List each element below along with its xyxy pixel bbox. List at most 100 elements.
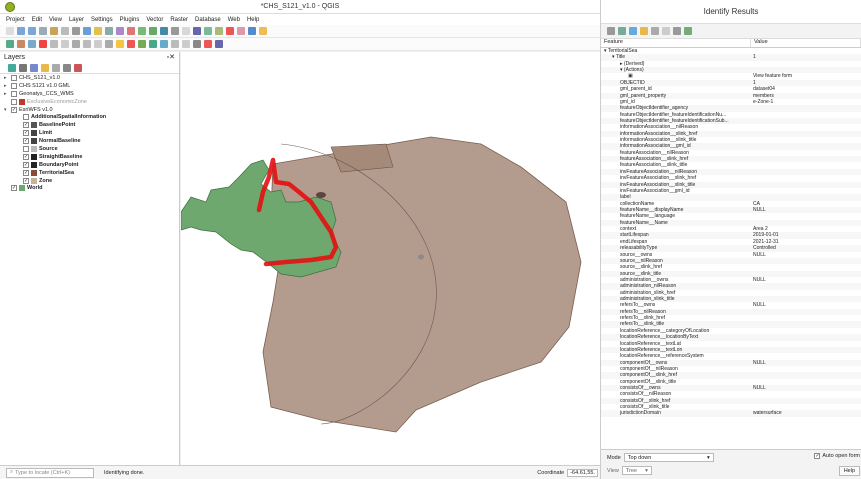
layer-row[interactable]: ✓ TerritorialSea bbox=[4, 169, 179, 177]
layer-visibility-checkbox[interactable]: ✓ bbox=[11, 185, 17, 192]
identify-tool-icon[interactable] bbox=[629, 27, 637, 35]
edit-tool-icon[interactable] bbox=[6, 40, 14, 48]
layer-visibility-checkbox[interactable] bbox=[11, 98, 17, 105]
main-tool-icon[interactable] bbox=[171, 27, 179, 35]
identify-tool-icon[interactable] bbox=[607, 27, 615, 35]
main-tool-icon[interactable] bbox=[39, 27, 47, 35]
layer-row[interactable]: ✓ NormalBaseline bbox=[4, 137, 179, 145]
edit-tool-icon[interactable] bbox=[149, 40, 157, 48]
main-tool-icon[interactable] bbox=[105, 27, 113, 35]
main-tool-icon[interactable] bbox=[193, 27, 201, 35]
menu-item-plugins[interactable]: Plugins bbox=[120, 17, 140, 23]
layers-tool-icon[interactable] bbox=[52, 63, 60, 72]
identify-tool-icon[interactable] bbox=[640, 27, 648, 35]
layer-visibility-checkbox[interactable]: ✓ bbox=[23, 153, 29, 160]
main-tool-icon[interactable] bbox=[215, 27, 223, 35]
main-tool-icon[interactable] bbox=[50, 27, 58, 35]
edit-tool-icon[interactable] bbox=[116, 40, 124, 48]
layers-tool-icon[interactable] bbox=[19, 63, 27, 72]
layer-visibility-checkbox[interactable]: ✓ bbox=[23, 161, 29, 168]
menu-item-vector[interactable]: Vector bbox=[146, 17, 163, 23]
menu-item-database[interactable]: Database bbox=[195, 17, 221, 23]
main-tool-icon[interactable] bbox=[94, 27, 102, 35]
layer-row[interactable]: ▸ Geonatys_CCS_WMS bbox=[4, 90, 179, 98]
identify-row[interactable]: jurisdictionDomain watersurface bbox=[601, 410, 861, 417]
layer-visibility-checkbox[interactable]: ✓ bbox=[11, 106, 17, 113]
menu-item-layer[interactable]: Layer bbox=[69, 17, 84, 23]
main-tool-icon[interactable] bbox=[83, 27, 91, 35]
edit-tool-icon[interactable] bbox=[182, 40, 190, 48]
main-tool-icon[interactable] bbox=[6, 27, 14, 35]
menu-item-help[interactable]: Help bbox=[247, 17, 259, 23]
layer-row[interactable]: ✓ BoundaryPoint bbox=[4, 161, 179, 169]
layer-row[interactable]: ✓ StraightBaseline bbox=[4, 153, 179, 161]
edit-tool-icon[interactable] bbox=[127, 40, 135, 48]
main-tool-icon[interactable] bbox=[259, 27, 267, 35]
layer-row[interactable]: AdditionalSpatialInformation bbox=[4, 113, 179, 121]
edit-tool-icon[interactable] bbox=[17, 40, 25, 48]
layers-tool-icon[interactable] bbox=[30, 63, 38, 72]
identify-tool-icon[interactable] bbox=[684, 27, 692, 35]
layers-tool-icon[interactable] bbox=[8, 63, 16, 72]
locator-bar[interactable]: ⌕ Type to locate (Ctrl+K) bbox=[6, 467, 94, 478]
help-button[interactable]: Help bbox=[838, 466, 860, 476]
layer-visibility-checkbox[interactable]: ✓ bbox=[23, 138, 29, 145]
main-tool-icon[interactable] bbox=[160, 27, 168, 35]
identify-tool-icon[interactable] bbox=[651, 27, 659, 35]
layer-row[interactable]: ✓ World bbox=[4, 184, 179, 192]
main-tool-icon[interactable] bbox=[204, 27, 212, 35]
edit-tool-icon[interactable] bbox=[61, 40, 69, 48]
layers-tool-icon[interactable] bbox=[41, 63, 49, 72]
layer-row[interactable]: ✓ Zone bbox=[4, 177, 179, 185]
layer-row[interactable]: ▾ ✓ EsriWFS v1.0 bbox=[4, 106, 179, 114]
auto-open-form-checkbox[interactable]: ✓ bbox=[814, 453, 821, 459]
main-tool-icon[interactable] bbox=[237, 27, 245, 35]
feature-column-header[interactable]: Feature bbox=[601, 39, 751, 47]
layer-row[interactable]: ✓ BaselinePoint bbox=[4, 121, 179, 129]
chevron-right-icon[interactable]: ▸ bbox=[4, 75, 9, 81]
layer-visibility-checkbox[interactable] bbox=[11, 90, 17, 97]
layer-visibility-checkbox[interactable] bbox=[11, 82, 17, 89]
chevron-down-icon[interactable]: ▾ bbox=[4, 107, 9, 113]
menu-item-web[interactable]: Web bbox=[228, 17, 240, 23]
layer-row[interactable]: ▸ CHS S121 v1.0 GML bbox=[4, 82, 179, 90]
edit-tool-icon[interactable] bbox=[215, 40, 223, 48]
edit-tool-icon[interactable] bbox=[72, 40, 80, 48]
main-tool-icon[interactable] bbox=[17, 27, 25, 35]
value-column-header[interactable]: Value bbox=[751, 39, 861, 47]
chevron-right-icon[interactable]: ▸ bbox=[4, 83, 9, 89]
main-tool-icon[interactable] bbox=[72, 27, 80, 35]
main-tool-icon[interactable] bbox=[182, 27, 190, 35]
layer-visibility-checkbox[interactable]: ✓ bbox=[23, 169, 29, 176]
layers-tool-icon[interactable] bbox=[63, 63, 71, 72]
main-tool-icon[interactable] bbox=[61, 27, 69, 35]
layer-visibility-checkbox[interactable] bbox=[23, 145, 29, 152]
main-tool-icon[interactable] bbox=[149, 27, 157, 35]
menu-item-project[interactable]: Project bbox=[6, 17, 25, 23]
edit-tool-icon[interactable] bbox=[193, 40, 201, 48]
edit-tool-icon[interactable] bbox=[160, 40, 168, 48]
edit-tool-icon[interactable] bbox=[94, 40, 102, 48]
edit-tool-icon[interactable] bbox=[39, 40, 47, 48]
layer-visibility-checkbox[interactable]: ✓ bbox=[23, 122, 29, 129]
edit-tool-icon[interactable] bbox=[83, 40, 91, 48]
layer-visibility-checkbox[interactable] bbox=[23, 114, 29, 121]
edit-tool-icon[interactable] bbox=[28, 40, 36, 48]
menu-item-settings[interactable]: Settings bbox=[91, 17, 113, 23]
layer-visibility-checkbox[interactable]: ✓ bbox=[23, 177, 29, 184]
mode-dropdown[interactable]: Top down ▾ bbox=[623, 453, 714, 462]
panel-float-close-icon[interactable]: ▫✕ bbox=[167, 53, 175, 61]
main-tool-icon[interactable] bbox=[226, 27, 234, 35]
edit-tool-icon[interactable] bbox=[138, 40, 146, 48]
edit-tool-icon[interactable] bbox=[204, 40, 212, 48]
identify-tool-icon[interactable] bbox=[673, 27, 681, 35]
edit-tool-icon[interactable] bbox=[105, 40, 113, 48]
layer-row[interactable]: ✓ Limit bbox=[4, 129, 179, 137]
main-tool-icon[interactable] bbox=[116, 27, 124, 35]
coordinate-field[interactable]: -64.61,55. bbox=[567, 468, 598, 477]
map-canvas[interactable] bbox=[181, 52, 600, 465]
identify-tool-icon[interactable] bbox=[662, 27, 670, 35]
layer-row[interactable]: ExclusiveEconomicZone bbox=[4, 98, 179, 106]
layer-row[interactable]: ▸ CHS_S121_v1.0 bbox=[4, 74, 179, 82]
main-tool-icon[interactable] bbox=[28, 27, 36, 35]
